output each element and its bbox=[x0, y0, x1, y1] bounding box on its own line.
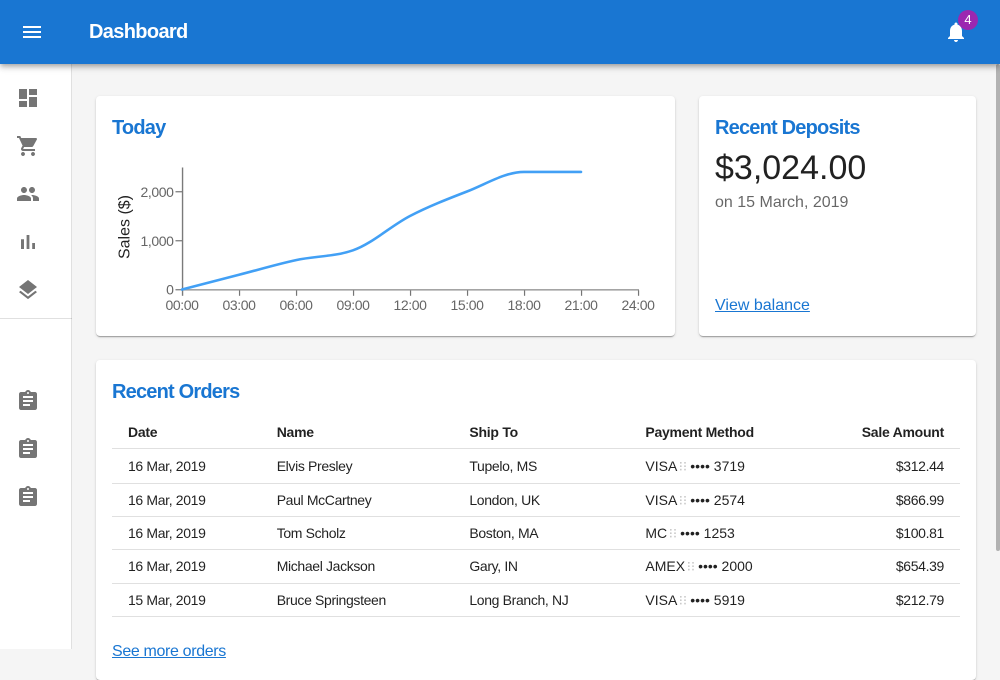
svg-text:00:00: 00:00 bbox=[165, 297, 199, 313]
svg-text:1,000: 1,000 bbox=[140, 233, 174, 249]
svg-text:06:00: 06:00 bbox=[279, 297, 313, 313]
svg-text:12:00: 12:00 bbox=[393, 297, 427, 313]
svg-text:Sales ($): Sales ($) bbox=[116, 195, 133, 259]
svg-text:24:00: 24:00 bbox=[621, 297, 655, 313]
svg-text:09:00: 09:00 bbox=[336, 297, 370, 313]
svg-text:2,000: 2,000 bbox=[140, 184, 174, 200]
svg-text:15:00: 15:00 bbox=[450, 297, 484, 313]
svg-text:0: 0 bbox=[166, 282, 174, 298]
svg-text:03:00: 03:00 bbox=[222, 297, 256, 313]
svg-text:21:00: 21:00 bbox=[564, 297, 598, 313]
svg-text:18:00: 18:00 bbox=[507, 297, 541, 313]
